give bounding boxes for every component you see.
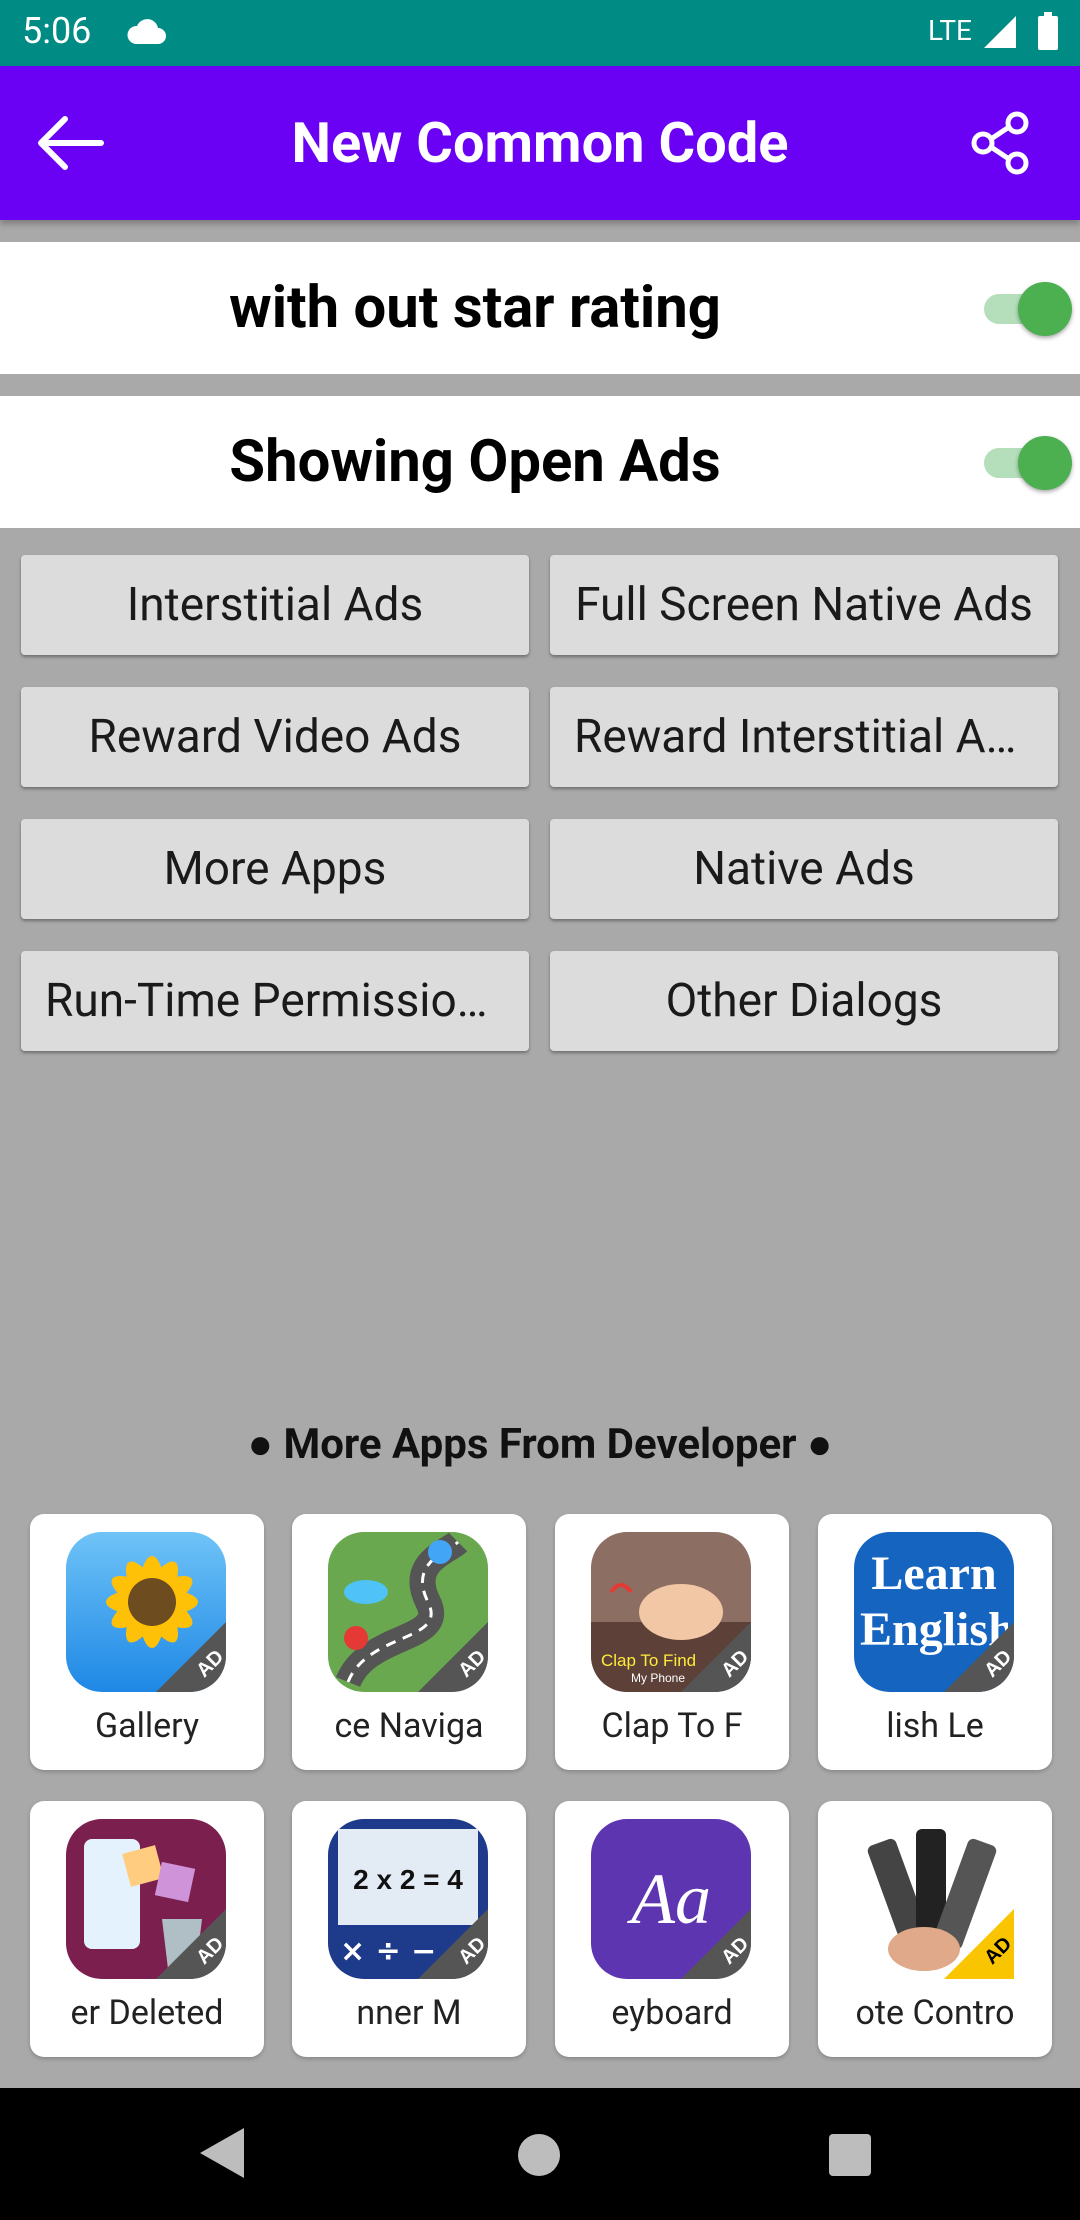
- keyboard-aa-icon: Aa AD: [591, 1819, 751, 1979]
- app-name: eyboard: [611, 1993, 733, 2033]
- app-card-learn-english[interactable]: Learn English AD lish Le: [818, 1514, 1052, 1770]
- share-button[interactable]: [964, 106, 1038, 180]
- system-nav-bar: [0, 2088, 1080, 2220]
- more-apps-header: ● More Apps From Developer ●: [247, 1420, 833, 1469]
- back-button[interactable]: [30, 108, 110, 178]
- math-scanner-icon: 2 x 2 = 4 × ÷ − AD: [328, 1819, 488, 1979]
- other-dialogs-button[interactable]: Other Dialogs: [550, 951, 1058, 1051]
- icon-subtext: My Phone: [631, 1671, 685, 1685]
- clap-to-find-icon: Clap To Find My Phone AD: [591, 1532, 751, 1692]
- recover-deleted-photos-icon: AD: [66, 1819, 226, 1979]
- app-card-math-scanner[interactable]: 2 x 2 = 4 × ÷ − AD nner M: [292, 1801, 526, 2057]
- button-label: Run-Time Permissions: [45, 974, 505, 1028]
- app-name: er Deleted: [70, 1993, 224, 2033]
- network-type: LTE: [928, 14, 972, 47]
- full-screen-native-ads-button[interactable]: Full Screen Native Ads: [550, 555, 1058, 655]
- battery-icon: [1038, 12, 1058, 50]
- star-rating-switch[interactable]: [980, 282, 1072, 336]
- button-label: Native Ads: [693, 842, 915, 896]
- status-bar: 5:06 LTE: [0, 0, 1080, 66]
- toggle-label: Showing Open Ads: [229, 428, 721, 496]
- ad-badge: AD: [156, 1622, 226, 1692]
- app-name: Gallery: [94, 1706, 200, 1746]
- button-label: Reward Interstitial Ads: [574, 710, 1034, 764]
- app-name: ote Contro: [855, 1993, 1015, 2033]
- button-label: Other Dialogs: [665, 974, 943, 1028]
- reward-interstitial-ads-button[interactable]: Reward Interstitial Ads: [550, 687, 1058, 787]
- app-card-navigation[interactable]: AD ce Naviga: [292, 1514, 526, 1770]
- open-ads-switch[interactable]: [980, 436, 1072, 490]
- ad-badge: AD: [944, 1909, 1014, 1979]
- app-name: lish Le: [886, 1706, 984, 1746]
- runtime-permissions-button[interactable]: Run-Time Permissions: [21, 951, 529, 1051]
- more-apps-button[interactable]: More Apps: [21, 819, 529, 919]
- app-name: ce Naviga: [334, 1706, 484, 1746]
- button-label: More Apps: [163, 842, 387, 896]
- ad-badge: AD: [681, 1909, 751, 1979]
- app-bar: New Common Code: [0, 66, 1080, 220]
- nav-back-icon[interactable]: [200, 2128, 244, 2178]
- icon-text: 2 x 2 = 4: [353, 1864, 463, 1895]
- nav-recents-icon[interactable]: [829, 2134, 871, 2176]
- ad-badge: AD: [156, 1909, 226, 1979]
- button-label: Reward Video Ads: [88, 710, 462, 764]
- remote-control-icon: AD: [854, 1819, 1014, 1979]
- ad-badge: AD: [418, 1622, 488, 1692]
- ad-badge: AD: [944, 1622, 1014, 1692]
- status-time: 5:06: [22, 10, 92, 52]
- cloud-icon: [127, 19, 166, 44]
- reward-video-ads-button[interactable]: Reward Video Ads: [21, 687, 529, 787]
- toggle-row-star-rating: with out star rating: [0, 242, 1080, 374]
- app-name: nner M: [356, 1993, 462, 2033]
- native-ads-button[interactable]: Native Ads: [550, 819, 1058, 919]
- interstitial-ads-button[interactable]: Interstitial Ads: [21, 555, 529, 655]
- road-navigation-icon: AD: [328, 1532, 488, 1692]
- learn-english-icon: Learn English AD: [854, 1532, 1014, 1692]
- switch-thumb: [1018, 282, 1072, 336]
- switch-thumb: [1018, 436, 1072, 490]
- app-name: Clap To F: [601, 1706, 743, 1746]
- signal-icon: [984, 16, 1016, 48]
- ad-badge: AD: [681, 1622, 751, 1692]
- share-icon: [971, 111, 1029, 175]
- button-label: Full Screen Native Ads: [575, 578, 1033, 632]
- app-card-gallery[interactable]: AD Gallery: [30, 1514, 264, 1770]
- toggle-row-open-ads: Showing Open Ads: [0, 396, 1080, 528]
- button-label: Interstitial Ads: [126, 578, 424, 632]
- nav-home-icon[interactable]: [518, 2134, 560, 2176]
- app-title: New Common Code: [291, 110, 789, 176]
- ad-badge: AD: [418, 1909, 488, 1979]
- app-card-clap-to-find[interactable]: Clap To Find My Phone AD Clap To F: [555, 1514, 789, 1770]
- toggle-label: with out star rating: [229, 274, 721, 342]
- sunflower-gallery-icon: AD: [66, 1532, 226, 1692]
- arrow-back-icon: [38, 116, 104, 170]
- app-card-recover-deleted[interactable]: AD er Deleted: [30, 1801, 264, 2057]
- app-card-keyboard[interactable]: Aa AD eyboard: [555, 1801, 789, 2057]
- app-card-remote-control[interactable]: AD ote Contro: [818, 1801, 1052, 2057]
